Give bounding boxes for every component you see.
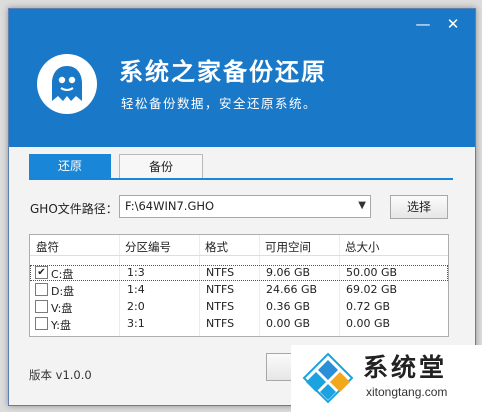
watermark-url: xitongtang.com xyxy=(366,385,448,399)
watermark-title: 系统堂 xyxy=(363,353,448,382)
row-checkbox[interactable] xyxy=(35,317,48,330)
header-free-space[interactable]: 可用空间 xyxy=(265,239,311,255)
gho-path-label: GHO文件路径： xyxy=(30,202,118,216)
header-format[interactable]: 格式 xyxy=(205,239,228,255)
header-banner: 系统之家备份还原 轻松备份数据，安全还原系统。 — ✕ xyxy=(9,9,475,147)
gho-path-dropdown[interactable]: F:\64WIN7.GHO ▼ xyxy=(119,195,371,218)
partition-cell: 2:0 xyxy=(127,300,145,313)
total-cell: 0.00 GB xyxy=(346,317,391,330)
app-title: 系统之家备份还原 xyxy=(119,58,327,86)
row-checkbox[interactable]: ✔ xyxy=(35,266,48,279)
chevron-down-icon: ▼ xyxy=(358,200,366,211)
free-cell: 9.06 GB xyxy=(266,266,311,279)
drive-cell: D:盘 xyxy=(51,285,75,298)
version-label: 版本 v1.0.0 xyxy=(29,368,92,382)
partition-cell: 1:3 xyxy=(127,266,145,279)
app-subtitle: 轻松备份数据，安全还原系统。 xyxy=(121,96,318,111)
free-cell: 0.36 GB xyxy=(266,300,311,313)
table-row[interactable]: ✔ C:盘 1:3 NTFS 9.06 GB 50.00 GB xyxy=(30,265,448,281)
free-cell: 24.66 GB xyxy=(266,283,318,296)
format-cell: NTFS xyxy=(206,266,235,279)
drive-cell: C:盘 xyxy=(51,268,74,281)
partition-cell: 1:4 xyxy=(127,283,145,296)
header-total-size[interactable]: 总大小 xyxy=(345,239,380,255)
table-header: 盘符 分区编号 格式 可用空间 总大小 xyxy=(30,235,448,256)
table-row[interactable]: Y:盘 3:1 NTFS 0.00 GB 0.00 GB xyxy=(30,316,448,332)
free-cell: 0.00 GB xyxy=(266,317,311,330)
partition-cell: 3:1 xyxy=(127,317,145,330)
drive-cell: Y:盘 xyxy=(51,319,71,332)
format-cell: NTFS xyxy=(206,317,235,330)
table-row[interactable]: D:盘 1:4 NTFS 24.66 GB 69.02 GB xyxy=(30,282,448,298)
total-cell: 69.02 GB xyxy=(346,283,398,296)
total-cell: 0.72 GB xyxy=(346,300,391,313)
row-checkbox[interactable] xyxy=(35,300,48,313)
tab-underline xyxy=(29,178,453,180)
gho-path-value: F:\64WIN7.GHO xyxy=(125,199,215,213)
header-drive[interactable]: 盘符 xyxy=(36,239,59,255)
format-cell: NTFS xyxy=(206,300,235,313)
minimize-icon[interactable]: — xyxy=(413,15,433,33)
watermark: 系统堂 xitongtang.com xyxy=(291,345,482,412)
row-checkbox[interactable] xyxy=(35,283,48,296)
close-icon[interactable]: ✕ xyxy=(443,15,463,33)
tab-backup[interactable]: 备份 xyxy=(119,154,203,179)
diamond-logo-icon xyxy=(302,352,354,404)
tab-restore[interactable]: 还原 xyxy=(29,154,111,178)
format-cell: NTFS xyxy=(206,283,235,296)
ghost-logo-icon xyxy=(37,54,97,114)
total-cell: 50.00 GB xyxy=(346,266,398,279)
drive-cell: V:盘 xyxy=(51,302,73,315)
table-row[interactable]: V:盘 2:0 NTFS 0.36 GB 0.72 GB xyxy=(30,299,448,315)
header-partition[interactable]: 分区编号 xyxy=(125,239,171,255)
browse-button[interactable]: 选择 xyxy=(390,195,448,219)
partition-table: 盘符 分区编号 格式 可用空间 总大小 ✔ C:盘 1:3 NTFS 9.06 … xyxy=(29,234,449,337)
